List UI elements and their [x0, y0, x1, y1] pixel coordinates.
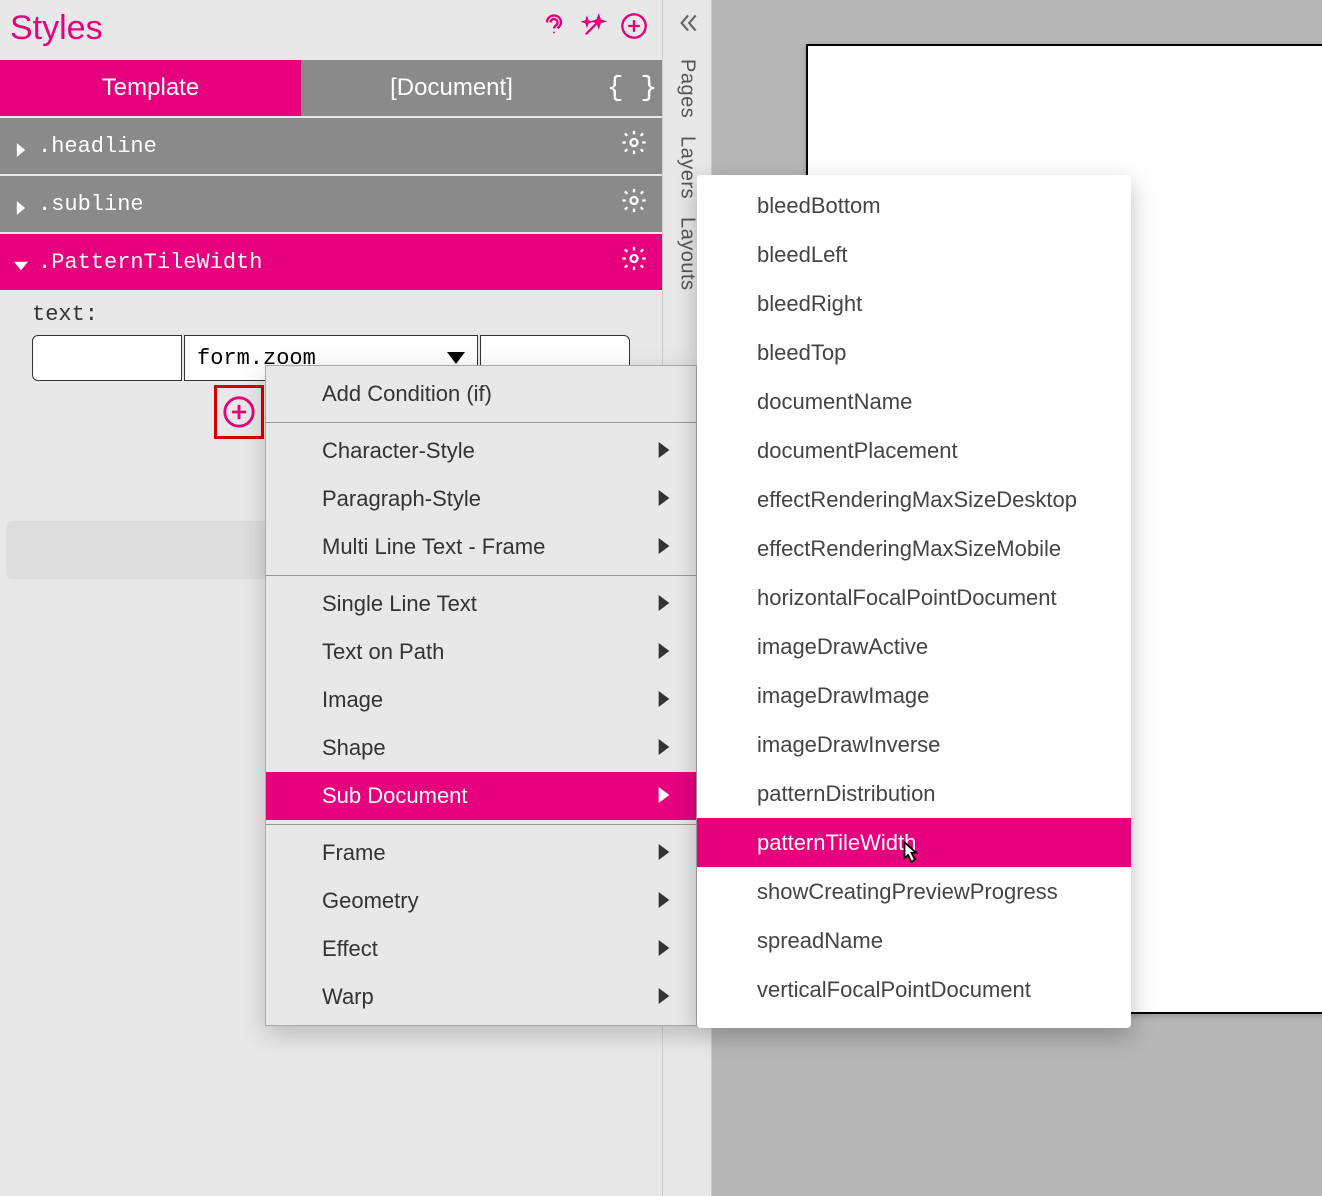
ctx-character-style[interactable]: Character-Style	[266, 427, 696, 475]
chevron-right-icon	[14, 197, 28, 211]
chevron-right-icon	[658, 639, 670, 665]
magic-wand-icon[interactable]	[580, 12, 608, 45]
tab-document[interactable]: [Document]	[301, 60, 602, 116]
chevron-down-icon	[14, 255, 28, 269]
submenu-item[interactable]: bleedTop	[697, 328, 1131, 377]
chevron-right-icon	[658, 783, 670, 809]
gear-icon[interactable]	[620, 245, 648, 280]
ctx-paragraph-style[interactable]: Paragraph-Style	[266, 475, 696, 523]
chevron-right-icon	[658, 687, 670, 713]
ctx-multi-line-text[interactable]: Multi Line Text - Frame	[266, 523, 696, 571]
submenu-item[interactable]: effectRenderingMaxSizeDesktop	[697, 475, 1131, 524]
submenu-item[interactable]: imageDrawInverse	[697, 720, 1131, 769]
panel-title: Styles	[10, 9, 103, 48]
ctx-shape[interactable]: Shape	[266, 724, 696, 772]
help-icon[interactable]	[540, 12, 568, 45]
style-name: .headline	[38, 134, 157, 159]
ctx-text-on-path[interactable]: Text on Path	[266, 628, 696, 676]
context-menu: Add Condition (if) Character-Style Parag…	[265, 365, 697, 1026]
ctx-frame[interactable]: Frame	[266, 829, 696, 877]
ctx-effect[interactable]: Effect	[266, 925, 696, 973]
tabs-row: Template [Document] { }	[0, 60, 662, 116]
chevron-right-icon	[658, 438, 670, 464]
chevron-right-icon	[658, 888, 670, 914]
submenu-item[interactable]: documentName	[697, 377, 1131, 426]
tab-template[interactable]: Template	[0, 60, 301, 116]
property-input-left[interactable]	[32, 335, 182, 381]
submenu-item[interactable]: effectRenderingMaxSizeMobile	[697, 524, 1131, 573]
ctx-single-line-text[interactable]: Single Line Text	[266, 580, 696, 628]
vtab-layouts[interactable]: Layouts	[676, 217, 699, 291]
style-name: .PatternTileWidth	[38, 250, 262, 275]
style-name: .subline	[38, 192, 144, 217]
submenu-item[interactable]: verticalFocalPointDocument	[697, 965, 1131, 1014]
add-icon[interactable]	[620, 12, 648, 45]
chevron-right-icon	[658, 735, 670, 761]
gear-icon[interactable]	[620, 129, 648, 164]
submenu-item[interactable]: imageDrawActive	[697, 622, 1131, 671]
chevron-right-icon	[658, 840, 670, 866]
ctx-sub-document[interactable]: Sub Document	[266, 772, 696, 820]
collapse-panel-icon[interactable]	[674, 10, 700, 41]
submenu-item[interactable]: imageDrawImage	[697, 671, 1131, 720]
ctx-add-condition[interactable]: Add Condition (if)	[266, 370, 696, 418]
property-label: text:	[32, 302, 630, 327]
style-row-headline[interactable]: .headline	[0, 118, 662, 174]
submenu-item[interactable]: horizontalFocalPointDocument	[697, 573, 1131, 622]
style-row-patterntilewidth[interactable]: .PatternTileWidth	[0, 234, 662, 290]
chevron-right-icon	[658, 534, 670, 560]
submenu-item[interactable]: bleedRight	[697, 279, 1131, 328]
submenu-item[interactable]: documentPlacement	[697, 426, 1131, 475]
chevron-right-icon	[658, 486, 670, 512]
ctx-warp[interactable]: Warp	[266, 973, 696, 1021]
header-icons	[540, 12, 648, 45]
submenu-item[interactable]: bleedLeft	[697, 230, 1131, 279]
gear-icon[interactable]	[620, 187, 648, 222]
submenu: bleedBottombleedLeftbleedRightbleedTopdo…	[697, 175, 1131, 1028]
chevron-right-icon	[658, 591, 670, 617]
chevron-right-icon	[658, 984, 670, 1010]
submenu-item[interactable]: showCreatingPreviewProgress	[697, 867, 1131, 916]
vtab-layers[interactable]: Layers	[676, 136, 699, 199]
submenu-item[interactable]: patternDistribution	[697, 769, 1131, 818]
chevron-right-icon	[14, 139, 28, 153]
vtab-pages[interactable]: Pages	[676, 59, 699, 118]
ctx-geometry[interactable]: Geometry	[266, 877, 696, 925]
submenu-item[interactable]: patternTileWidth	[697, 818, 1131, 867]
tab-code[interactable]: { }	[602, 60, 662, 116]
ctx-image[interactable]: Image	[266, 676, 696, 724]
add-condition-highlighted[interactable]	[214, 385, 264, 439]
submenu-item[interactable]: bleedBottom	[697, 181, 1131, 230]
style-row-subline[interactable]: .subline	[0, 176, 662, 232]
submenu-item[interactable]: spreadName	[697, 916, 1131, 965]
panel-header: Styles	[0, 0, 662, 60]
chevron-right-icon	[658, 936, 670, 962]
